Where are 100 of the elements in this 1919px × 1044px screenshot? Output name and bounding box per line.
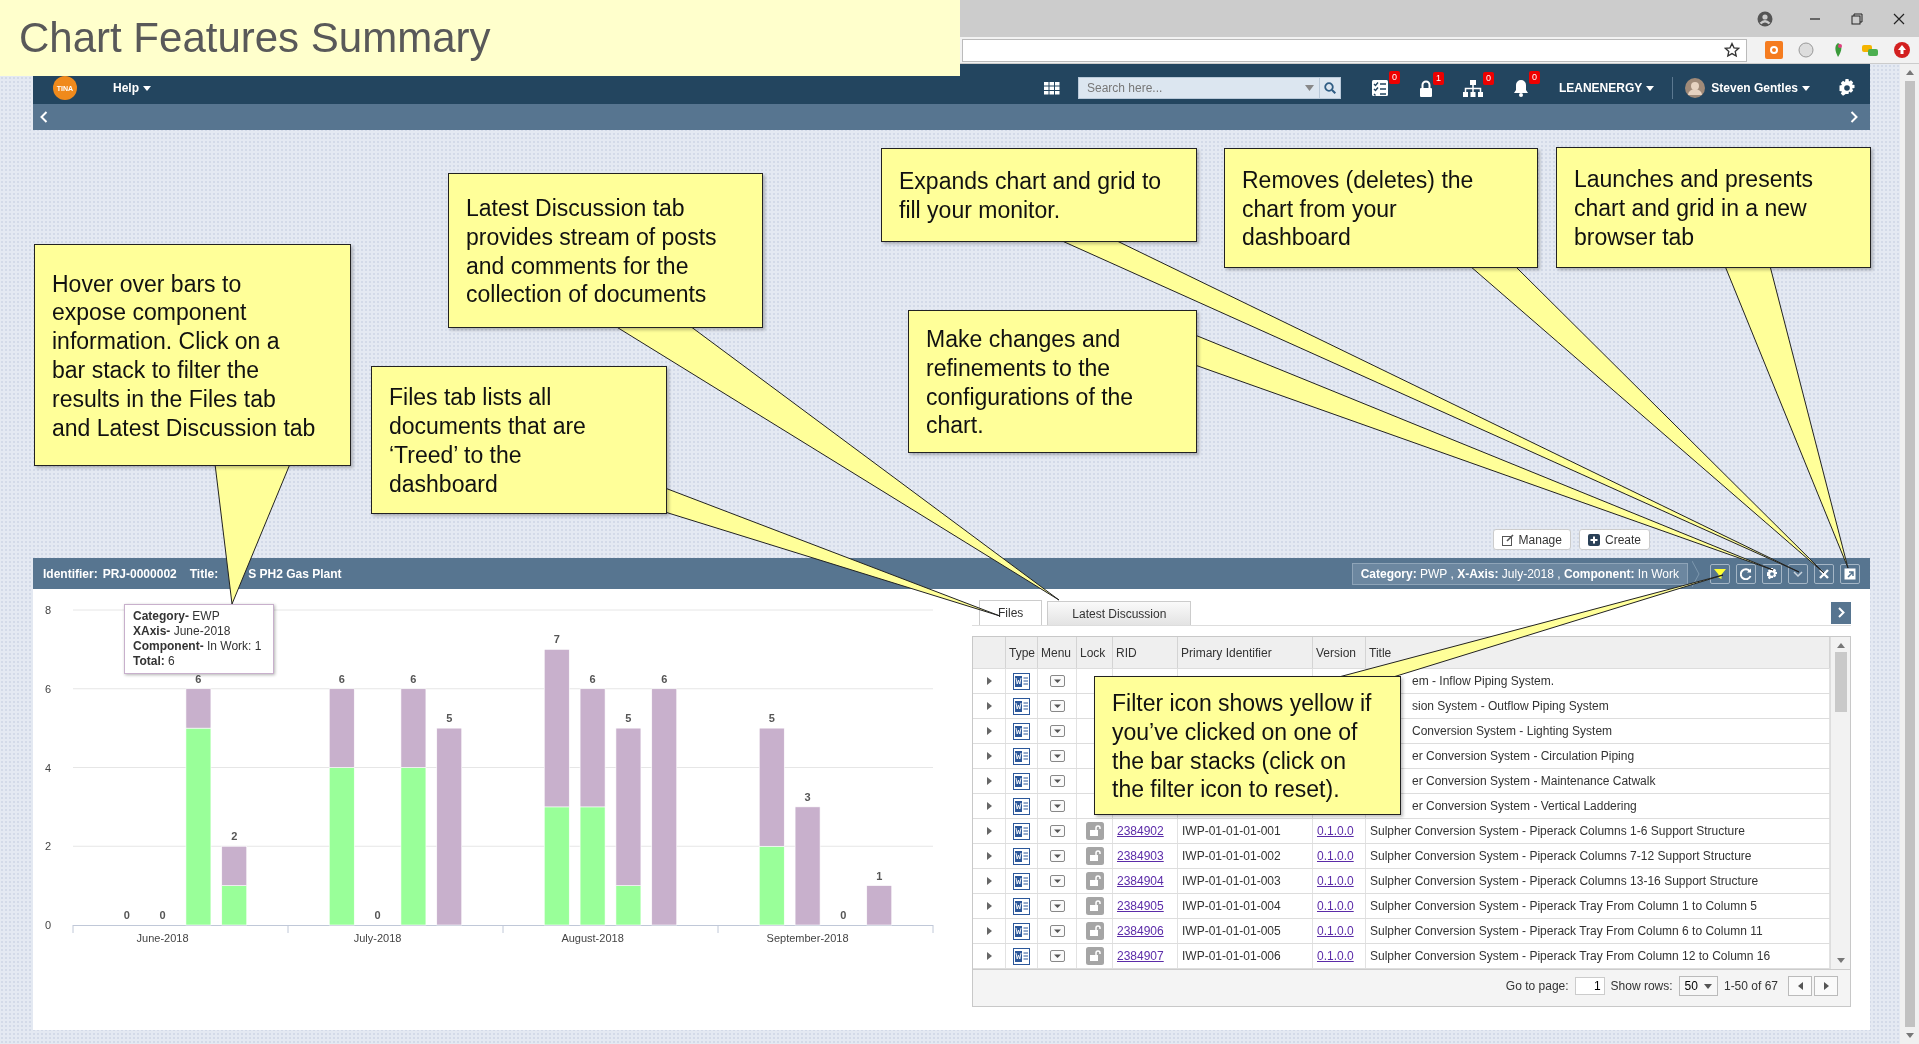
lock-icon[interactable] <box>1418 79 1433 97</box>
column-header[interactable]: Type <box>1006 637 1038 668</box>
bell-icon[interactable] <box>1512 79 1529 97</box>
rid-link[interactable]: 2384904 <box>1117 874 1164 888</box>
rid-link[interactable]: 2384906 <box>1117 924 1164 938</box>
column-header[interactable]: Version <box>1313 637 1366 668</box>
show-rows-label: Show rows: <box>1610 979 1673 993</box>
scroll-down-icon[interactable] <box>1905 1033 1914 1038</box>
previous-page-button[interactable] <box>1788 976 1812 996</box>
document-icon[interactable] <box>1013 672 1030 690</box>
scroll-thumb[interactable] <box>1904 81 1915 1027</box>
star-icon[interactable] <box>1724 42 1740 58</box>
tab[interactable]: Latest Discussion <box>1047 601 1192 625</box>
expand-row-icon[interactable] <box>986 877 992 885</box>
x-axis-label: June-2018 <box>136 932 189 944</box>
dropdown-menu-icon[interactable] <box>1049 900 1065 912</box>
checklist-icon[interactable] <box>1370 79 1389 97</box>
refresh-button[interactable] <box>1736 563 1756 584</box>
next-page-button[interactable] <box>1814 976 1838 996</box>
version-link[interactable]: 0.1.0.0 <box>1317 874 1354 888</box>
column-header[interactable]: Menu <box>1038 637 1077 668</box>
expand-row-icon[interactable] <box>986 777 992 785</box>
help-menu[interactable]: Help <box>113 81 151 95</box>
rid-link[interactable]: 2384905 <box>1117 899 1164 913</box>
expand-button[interactable] <box>1788 563 1808 584</box>
remove-button[interactable] <box>1814 563 1834 584</box>
column-header[interactable]: Primary Identifier <box>1178 637 1313 668</box>
version-link[interactable]: 0.1.0.0 <box>1317 899 1354 913</box>
rid-link[interactable]: 2384903 <box>1117 849 1164 863</box>
dropdown-menu-icon[interactable] <box>1049 775 1065 787</box>
chevron-right-icon[interactable] <box>1850 111 1858 123</box>
dropdown-menu-icon[interactable] <box>1049 750 1065 762</box>
search-input[interactable]: Search here... <box>1078 78 1305 98</box>
chevron-left-icon[interactable] <box>40 111 48 123</box>
page-number-field[interactable]: 1 <box>1574 977 1605 995</box>
expand-row-icon[interactable] <box>986 952 992 960</box>
expand-row-icon[interactable] <box>986 752 992 760</box>
document-icon[interactable] <box>1013 747 1030 765</box>
settings-button[interactable] <box>1762 563 1782 584</box>
dropdown-menu-icon[interactable] <box>1049 950 1065 962</box>
restore-icon[interactable] <box>1851 12 1863 25</box>
dropdown-menu-icon[interactable] <box>1049 800 1065 812</box>
rid-link[interactable]: 2384907 <box>1117 949 1164 963</box>
document-icon[interactable] <box>1013 872 1030 890</box>
launch-button[interactable] <box>1840 563 1860 584</box>
manage-button[interactable]: Manage <box>1492 529 1571 550</box>
expand-row-icon[interactable] <box>986 802 992 810</box>
organization-menu[interactable]: LEANENERGY <box>1558 81 1655 95</box>
document-icon[interactable] <box>1013 847 1030 865</box>
dropdown-menu-icon[interactable] <box>1049 875 1065 887</box>
user-menu[interactable]: Steven Gentles <box>1711 81 1810 95</box>
document-icon[interactable] <box>1013 697 1030 715</box>
document-icon[interactable] <box>1013 822 1030 840</box>
expand-row-icon[interactable] <box>986 677 992 685</box>
document-icon[interactable] <box>1013 797 1030 815</box>
dropdown-menu-icon[interactable] <box>1049 675 1065 687</box>
rid-link[interactable]: 2384902 <box>1117 824 1164 838</box>
document-icon[interactable] <box>1013 947 1030 965</box>
search-icon[interactable] <box>1323 82 1336 94</box>
create-button[interactable]: Create <box>1578 529 1650 550</box>
document-icon[interactable] <box>1013 722 1030 740</box>
version-link[interactable]: 0.1.0.0 <box>1317 924 1354 938</box>
tab[interactable]: Files <box>979 600 1043 625</box>
dropdown-caret-icon[interactable] <box>1304 85 1314 91</box>
document-icon[interactable] <box>1013 897 1030 915</box>
extension-icon[interactable] <box>1765 41 1783 59</box>
document-icon[interactable] <box>1013 922 1030 940</box>
version-link[interactable]: 0.1.0.0 <box>1317 824 1354 838</box>
dropdown-menu-icon[interactable] <box>1049 700 1065 712</box>
expand-row-icon[interactable] <box>986 827 992 835</box>
dropdown-menu-icon[interactable] <box>1049 925 1065 937</box>
expand-row-icon[interactable] <box>986 927 992 935</box>
scroll-up-icon[interactable] <box>1905 70 1914 75</box>
column-header[interactable]: RID <box>1113 637 1178 668</box>
column-header[interactable]: Lock <box>1077 637 1113 668</box>
expand-row-icon[interactable] <box>986 852 992 860</box>
table-scrollbar[interactable] <box>1830 637 1850 969</box>
expand-row-icon[interactable] <box>986 727 992 735</box>
search-field[interactable]: Search here... <box>1077 77 1341 99</box>
account-icon[interactable] <box>1757 10 1773 27</box>
close-icon[interactable] <box>1893 12 1905 25</box>
settings-icon[interactable] <box>1838 79 1856 97</box>
scroll-up-icon[interactable] <box>1836 643 1845 648</box>
dropdown-menu-icon[interactable] <box>1049 825 1065 837</box>
dropdown-menu-icon[interactable] <box>1049 725 1065 737</box>
dropdown-menu-icon[interactable] <box>1049 850 1065 862</box>
expand-panel-button[interactable] <box>1831 601 1851 624</box>
version-link[interactable]: 0.1.0.0 <box>1317 849 1354 863</box>
hierarchy-icon[interactable] <box>1462 79 1483 97</box>
expand-row-icon[interactable] <box>986 902 992 910</box>
version-link[interactable]: 0.1.0.0 <box>1317 949 1354 963</box>
filter-button[interactable] <box>1710 563 1730 584</box>
scroll-down-icon[interactable] <box>1836 958 1845 963</box>
expand-row-icon[interactable] <box>986 702 992 710</box>
apps-grid-icon[interactable] <box>1043 81 1060 95</box>
document-icon[interactable] <box>1013 772 1030 790</box>
page-scrollbar[interactable] <box>1900 64 1919 1044</box>
scroll-thumb[interactable] <box>1834 652 1847 712</box>
rows-per-page-select[interactable]: 50 <box>1678 976 1718 996</box>
extension-icon[interactable] <box>1893 41 1911 59</box>
